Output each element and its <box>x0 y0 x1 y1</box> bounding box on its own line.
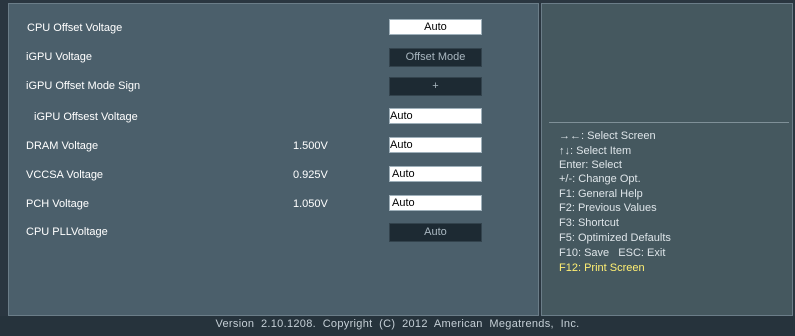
setting-row-cpu-offset-voltage[interactable]: CPU Offset Voltage Auto <box>8 19 539 43</box>
help-line-change-opt: +/-: Change Opt. <box>559 173 641 185</box>
vccsa-voltage-field[interactable]: Auto <box>389 166 482 182</box>
pch-voltage-reading: 1.050V <box>293 198 328 210</box>
setting-label: PCH Voltage <box>26 198 89 210</box>
setting-row-igpu-offset-mode-sign[interactable]: iGPU Offset Mode Sign + <box>8 77 539 101</box>
cpu-pll-voltage-dropdown[interactable]: Auto <box>389 223 482 242</box>
setting-label: CPU Offset Voltage <box>27 22 123 34</box>
dram-voltage-reading: 1.500V <box>293 140 328 152</box>
setting-row-dram-voltage[interactable]: DRAM Voltage 1.500V Auto <box>8 137 539 161</box>
setting-label: DRAM Voltage <box>26 140 99 152</box>
setting-label: iGPU Offset Mode Sign <box>26 80 141 92</box>
version-copyright-text: Version 2.10.1208. Copyright (C) 2012 Am… <box>215 318 580 330</box>
help-line-select-item: ↑↓: Select Item <box>559 145 632 157</box>
setting-label: iGPU Offsest Voltage <box>34 111 138 123</box>
setting-row-igpu-voltage[interactable]: iGPU Voltage Offset Mode <box>8 48 539 72</box>
igpu-offset-mode-sign-dropdown[interactable]: + <box>389 77 482 96</box>
setting-row-cpu-pll-voltage[interactable]: CPU PLLVoltage Auto <box>8 223 539 247</box>
help-line-f10-esc: F10: Save ESC: Exit <box>559 247 666 259</box>
help-line-f3: F3: Shortcut <box>559 217 619 229</box>
help-line-f12: F12: Print Screen <box>559 262 645 274</box>
help-line-select-screen: →←: Select Screen <box>559 130 656 142</box>
dram-voltage-field[interactable]: Auto <box>389 137 482 153</box>
setting-label: iGPU Voltage <box>26 51 93 63</box>
igpu-voltage-dropdown[interactable]: Offset Mode <box>389 48 482 67</box>
setting-row-igpu-offset-voltage[interactable]: iGPU Offsest Voltage Auto <box>8 108 539 132</box>
help-line-f5: F5: Optimized Defaults <box>559 232 671 244</box>
setting-row-pch-voltage[interactable]: PCH Voltage 1.050V Auto <box>8 195 539 219</box>
vccsa-voltage-reading: 0.925V <box>293 169 328 181</box>
setting-label: CPU PLLVoltage <box>26 226 108 238</box>
help-line-f1: F1: General Help <box>559 188 643 200</box>
cpu-offset-voltage-field[interactable]: Auto <box>389 19 482 35</box>
setting-label: VCCSA Voltage <box>26 169 104 181</box>
help-divider <box>549 122 789 123</box>
pch-voltage-field[interactable]: Auto <box>389 195 482 211</box>
help-line-f2: F2: Previous Values <box>559 202 657 214</box>
igpu-offset-voltage-field[interactable]: Auto <box>389 108 482 124</box>
setting-row-vccsa-voltage[interactable]: VCCSA Voltage 0.925V Auto <box>8 166 539 190</box>
help-line-enter: Enter: Select <box>559 159 622 171</box>
